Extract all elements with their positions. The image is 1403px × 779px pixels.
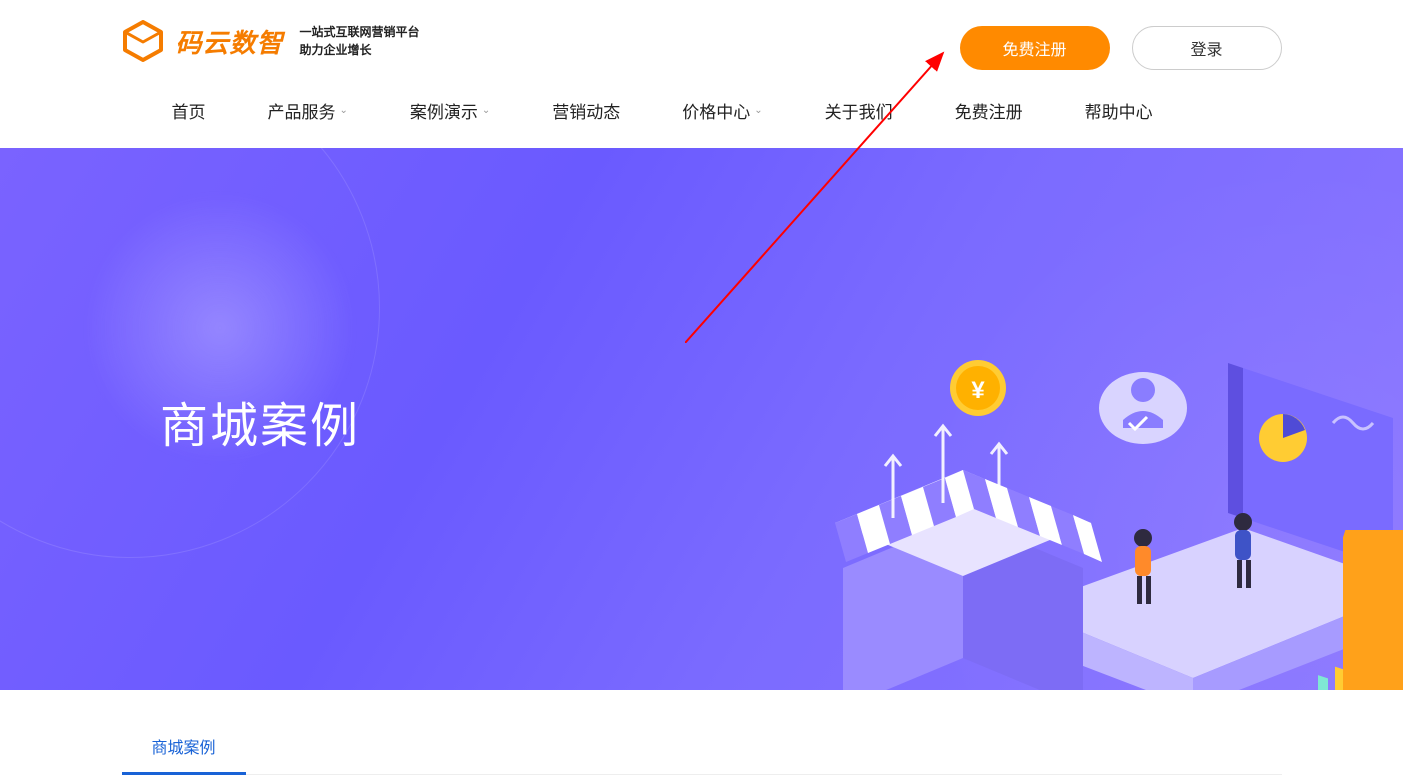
corner-accent bbox=[1343, 530, 1403, 690]
auth-buttons: 免费注册 登录 bbox=[960, 26, 1282, 70]
nav-label: 关于我们 bbox=[825, 98, 893, 123]
nav-home[interactable]: 首页 bbox=[172, 98, 206, 123]
nav-label: 案例演示 bbox=[410, 98, 478, 123]
logo-icon bbox=[122, 20, 164, 62]
tab-shop-cases[interactable]: 商城案例 bbox=[122, 720, 246, 775]
register-button[interactable]: 免费注册 bbox=[960, 26, 1110, 70]
logo-slogan: 一站式互联网营销平台 助力企业增长 bbox=[300, 23, 420, 59]
nav-register[interactable]: 免费注册 bbox=[955, 98, 1023, 123]
svg-text:¥: ¥ bbox=[971, 377, 985, 404]
chevron-down-icon: ⌄ bbox=[340, 105, 348, 116]
nav-pricing[interactable]: 价格中心 ⌄ bbox=[682, 98, 762, 123]
chevron-down-icon: ⌄ bbox=[482, 105, 490, 116]
chevron-down-icon: ⌄ bbox=[754, 105, 762, 116]
login-button[interactable]: 登录 bbox=[1132, 26, 1282, 70]
nav-help[interactable]: 帮助中心 bbox=[1085, 98, 1153, 123]
category-tabs: 商城案例 bbox=[122, 720, 1282, 775]
nav-about[interactable]: 关于我们 bbox=[825, 98, 893, 123]
nav-marketing[interactable]: 营销动态 bbox=[552, 98, 620, 123]
main-nav: 首页 产品服务 ⌄ 案例演示 ⌄ 营销动态 价格中心 ⌄ 关于我们 免费注册 bbox=[172, 98, 1153, 123]
logo-text: 码云数智 bbox=[176, 23, 284, 60]
nav-cases[interactable]: 案例演示 ⌄ bbox=[410, 98, 490, 123]
nav-label: 免费注册 bbox=[955, 98, 1023, 123]
nav-label: 帮助中心 bbox=[1085, 98, 1153, 123]
nav-products[interactable]: 产品服务 ⌄ bbox=[268, 98, 348, 123]
nav-label: 价格中心 bbox=[682, 98, 750, 123]
hero-title: 商城案例 bbox=[160, 386, 360, 456]
nav-label: 产品服务 bbox=[268, 98, 336, 123]
hero-illustration: ¥ bbox=[773, 308, 1403, 690]
logo[interactable]: 码云数智 一站式互联网营销平台 助力企业增长 bbox=[122, 20, 420, 62]
nav-label: 首页 bbox=[172, 98, 206, 123]
hero-banner: 商城案例 bbox=[0, 148, 1403, 690]
site-header: 码云数智 一站式互联网营销平台 助力企业增长 免费注册 登录 首页 产品服务 ⌄… bbox=[0, 0, 1403, 148]
nav-label: 营销动态 bbox=[552, 98, 620, 123]
